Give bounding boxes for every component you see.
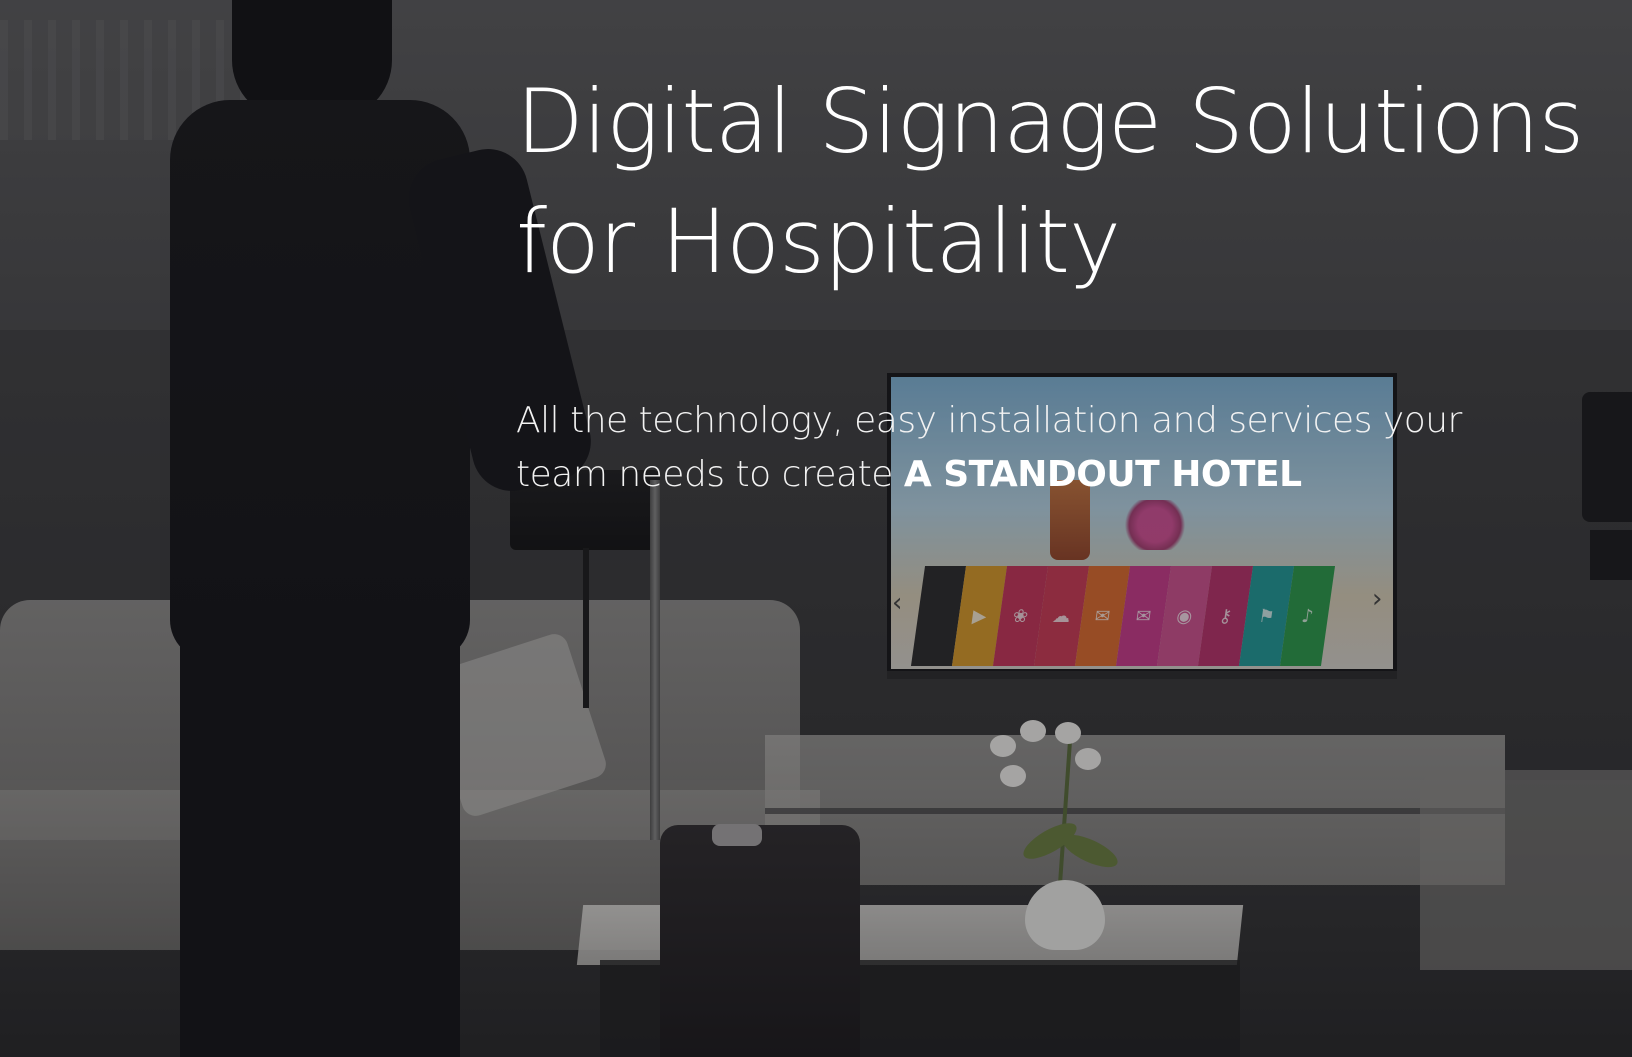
hero-banner: ▶ ❀ ☁ ✉ ✉ ◉ ⚷ ⚑ ♪ ‹ › Digital Signage Solutions …: [0, 0, 1632, 1057]
hero-title-line-2: for Hospitality: [516, 190, 1121, 293]
hero-subtitle-line-1: All the technology, easy installation an…: [516, 400, 1462, 441]
hero-title: Digital Signage Solutions for Hospitalit…: [516, 62, 1584, 302]
hero-subtitle-prefix: team needs to create: [516, 454, 904, 495]
hero-subtitle: All the technology, easy installation an…: [516, 394, 1566, 502]
hero-subtitle-emphasis: A STANDOUT HOTEL: [903, 454, 1302, 495]
hero-title-line-1: Digital Signage Solutions: [516, 70, 1584, 173]
hero-subtitle-line-2: team needs to create A STANDOUT HOTEL: [516, 448, 1566, 502]
hero-content: Digital Signage Solutions for Hospitalit…: [516, 62, 1584, 502]
